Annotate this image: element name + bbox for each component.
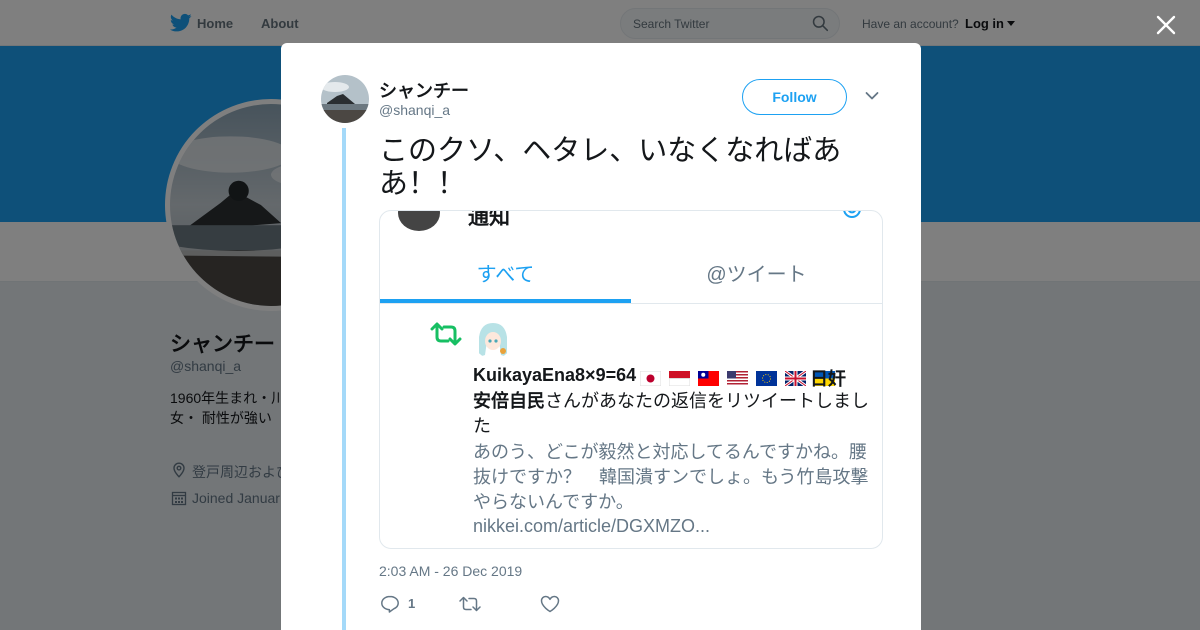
quoted-link: nikkei.com/article/DGXMZO... (473, 516, 711, 536)
indonesia-flag-icon (669, 370, 691, 386)
flag-emojis (640, 367, 838, 388)
eu-flag-icon (756, 370, 778, 386)
taiwan-flag-icon (698, 370, 720, 386)
uk-flag-icon (785, 370, 807, 386)
retweet-action-icon[interactable] (459, 596, 481, 612)
retweet-icon (430, 322, 462, 346)
retweeter-name-suffix: 日奸 (810, 369, 846, 389)
tweet-modal: シャンチー @shanqi_a Follow このクソ、ヘタレ、いなくなればあ … (281, 43, 921, 630)
retweeter-name: KuikayaEna8×9=64 (473, 365, 838, 388)
usa-flag-icon (727, 370, 749, 386)
tweet-author-avatar[interactable] (321, 75, 369, 123)
like-icon[interactable] (540, 595, 560, 613)
chevron-down-icon[interactable] (865, 91, 879, 101)
close-icon[interactable] (1153, 12, 1179, 38)
reply-count: 1 (408, 596, 416, 611)
tweet-text: このクソ、ヘタレ、いなくなればあ あ！！ (379, 135, 842, 200)
reply-icon[interactable] (380, 595, 400, 613)
gear-icon (843, 211, 861, 218)
tweet-timestamp[interactable]: 2:03 AM - 26 Dec 2019 (379, 563, 522, 579)
japan-flag-icon (640, 370, 662, 386)
retweeter-name-text: KuikayaEna8×9=64 (473, 365, 637, 385)
screenshot-tab-mentions: @ツイート (706, 264, 807, 286)
retweet-notification-text: 安倍自民さんがあなたの返信をリツイートしました (473, 389, 873, 439)
screenshot-tab-all: すべて (476, 264, 535, 286)
retweeter-name-line2: 安倍自民 (473, 391, 545, 411)
quoted-reply-text: あのう、どこが毅然と対応してるんですかね。腰抜けですか？ 韓国潰すンでしょ。もう… (473, 442, 869, 512)
tweet-author-handle[interactable]: @shanqi_a (379, 102, 450, 118)
screenshot-divider (380, 303, 882, 304)
thread-line (342, 128, 346, 630)
tweet-author-name[interactable]: シャンチー (379, 77, 469, 103)
tweet-media-image[interactable]: 通知 すべて @ツイート KuikayaEna8×9=64 日奸 安倍自民さんが… (379, 210, 883, 549)
retweeter-avatar (473, 319, 513, 359)
follow-button[interactable]: Follow (742, 79, 847, 115)
screenshot-avatar (398, 211, 440, 231)
screenshot-header-title: 通知 (468, 210, 510, 229)
